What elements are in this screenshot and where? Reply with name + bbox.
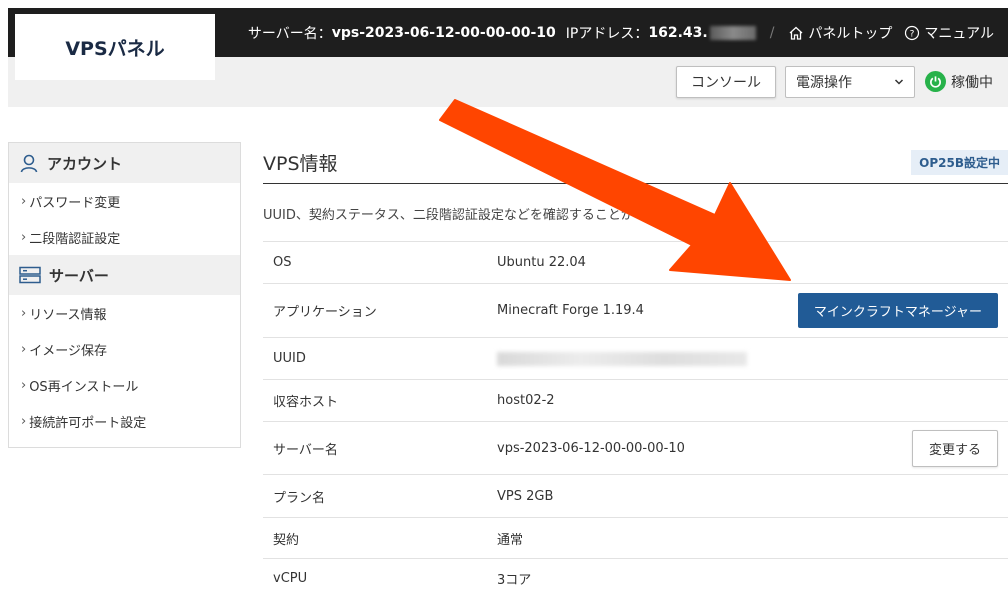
uuid-redaction <box>497 351 747 366</box>
sidebar-item-image-save[interactable]: › イメージ保存 <box>9 331 240 367</box>
manual-link[interactable]: ? マニュアル <box>904 23 994 43</box>
table-row: UUID <box>263 337 1008 380</box>
help-icon: ? <box>905 25 920 40</box>
table-row: OS Ubuntu 22.04 <box>263 241 1008 284</box>
table-row: 契約 通常 <box>263 517 1008 559</box>
row-key: アプリケーション <box>263 283 497 338</box>
chevron-down-icon <box>894 79 904 85</box>
row-value: Minecraft Forge 1.19.4 <box>497 283 797 338</box>
page-title: VPS情報 <box>263 153 338 175</box>
logo[interactable]: VPSパネル <box>15 14 215 80</box>
sidebar-item-label: OS再インストール <box>29 379 139 395</box>
row-key: UUID <box>263 337 497 380</box>
minecraft-manager-button[interactable]: マインクラフトマネージャー <box>797 293 998 328</box>
ip-label: IPアドレス： <box>565 25 649 42</box>
chevron-right-icon: › <box>21 305 27 321</box>
main-header: VPS情報 OP25B設定中 <box>263 142 1008 184</box>
home-icon <box>789 26 803 40</box>
sidebar-section-server: サーバー <box>9 255 240 295</box>
manual-label: マニュアル <box>924 25 994 42</box>
sidebar-item-os-reinstall[interactable]: › OS再インストール <box>9 367 240 403</box>
sidebar-item-ports[interactable]: › 接続許可ポート設定 <box>9 403 240 439</box>
sidebar-section-title: アカウント <box>47 154 123 173</box>
panel-top-label: パネルトップ <box>808 25 893 42</box>
row-key: サーバー名 <box>263 421 497 475</box>
row-key: 契約 <box>263 517 497 559</box>
main-panel: VPS情報 OP25B設定中 UUID、契約ステータス、二段階認証設定などを確認… <box>263 142 1008 599</box>
server-info: サーバー名： vps-2023-06-12-00-00-00-10 IPアドレス… <box>248 8 994 57</box>
person-icon <box>20 154 38 173</box>
table-row: アプリケーション Minecraft Forge 1.19.4 マインクラフトマ… <box>263 283 1008 338</box>
sidebar-section-title: サーバー <box>49 266 109 285</box>
sidebar: アカウント › パスワード変更 › 二段階認証設定 サーバー › リソース情報 › イメ… <box>8 142 241 448</box>
separator: / <box>769 24 775 41</box>
row-key: プラン名 <box>263 474 497 518</box>
table-row: vCPU 3コア <box>263 558 1008 599</box>
row-key: 収容ホスト <box>263 379 497 422</box>
table-row: 収容ホスト host02-2 <box>263 379 1008 422</box>
chevron-right-icon: › <box>21 377 27 393</box>
status-label: 稼働中 <box>951 74 993 91</box>
sidebar-section-account: アカウント <box>9 143 240 183</box>
sidebar-item-label: リソース情報 <box>29 307 107 323</box>
server-name-value: vps-2023-06-12-00-00-00-10 <box>331 24 556 41</box>
page-description: UUID、契約ステータス、二段階認証設定などを確認することができます。 <box>263 208 698 223</box>
sidebar-item-label: 接続許可ポート設定 <box>29 415 147 431</box>
sidebar-item-label: イメージ保存 <box>29 343 107 359</box>
ip-redaction <box>709 25 756 40</box>
console-button[interactable]: コンソール <box>676 66 776 98</box>
server-name-label: サーバー名： <box>247 25 332 42</box>
table-row: プラン名 VPS 2GB <box>263 474 1008 518</box>
row-value: host02-2 <box>497 379 797 422</box>
sidebar-item-label: 二段階認証設定 <box>29 231 121 247</box>
row-value: 通常 <box>497 517 797 559</box>
power-icon <box>925 71 946 92</box>
row-value: VPS 2GB <box>497 474 797 518</box>
row-value: Ubuntu 22.04 <box>497 241 797 284</box>
status-indicator: 稼働中 <box>925 71 993 92</box>
power-select-label: 電源操作 <box>796 75 852 91</box>
sidebar-item-resources[interactable]: › リソース情報 <box>9 295 240 331</box>
row-value: 3コア <box>497 558 797 599</box>
server-icon <box>19 266 41 284</box>
table-row: サーバー名 vps-2023-06-12-00-00-00-10 変更する <box>263 421 1008 475</box>
sidebar-item-2fa[interactable]: › 二段階認証設定 <box>9 219 240 255</box>
svg-text:?: ? <box>910 29 915 39</box>
power-select[interactable]: 電源操作 <box>785 66 915 98</box>
chevron-right-icon: › <box>21 341 27 357</box>
vps-info-table: OS Ubuntu 22.04 アプリケーション Minecraft Forge… <box>263 241 1008 599</box>
change-server-name-button[interactable]: 変更する <box>911 429 998 467</box>
row-key: OS <box>263 241 497 284</box>
ip-value: 162.43. <box>648 24 708 41</box>
sidebar-item-label: パスワード変更 <box>29 195 121 211</box>
op25b-badge: OP25B設定中 <box>911 150 1008 175</box>
chevron-right-icon: › <box>21 413 27 429</box>
row-value: vps-2023-06-12-00-00-00-10 <box>497 421 797 475</box>
row-key: vCPU <box>263 558 497 599</box>
panel-top-link[interactable]: パネルトップ <box>788 23 892 43</box>
sidebar-item-password[interactable]: › パスワード変更 <box>9 183 240 219</box>
chevron-right-icon: › <box>21 193 27 209</box>
chevron-right-icon: › <box>21 229 27 245</box>
